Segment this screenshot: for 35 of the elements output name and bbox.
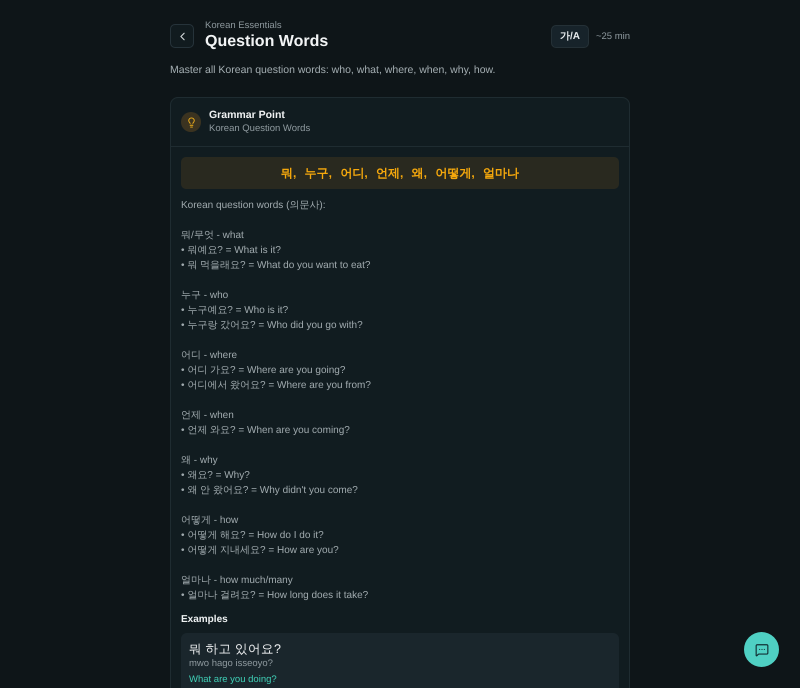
word-heading: 뭐/무엇 - what: [181, 229, 245, 243]
example-translation: What are you doing?: [189, 674, 278, 686]
example-line: • 왜 안 왔어요? = Why didn't you come?: [181, 484, 359, 498]
example-line: • 어디 가요? = Where are you going?: [181, 364, 346, 378]
word-heading: 누구 - who: [181, 289, 230, 303]
word-heading: 언제 - when: [181, 409, 235, 423]
duration-label: ~25 min: [596, 30, 630, 42]
page-title: Question Words: [205, 32, 330, 52]
card-subtitle: Korean Question Words: [209, 122, 310, 136]
chat-button[interactable]: [744, 632, 779, 667]
course-name: Korean Essentials: [205, 20, 283, 32]
word-heading: 왜 - why: [181, 454, 219, 468]
word-heading: 어디 - where: [181, 349, 238, 363]
question-words-banner: 뭐, 누구, 어디, 언제, 왜, 어떻게, 얼마나: [181, 157, 619, 189]
example-korean: 뭐 하고 있어요?: [189, 641, 282, 657]
example-line: • 뭐예요? = What is it?: [181, 244, 282, 258]
example-line: • 어떻게 해요? = How do I do it?: [181, 529, 325, 543]
page-description: Master all Korean question words: who, what, where, when, why, how.: [170, 63, 496, 77]
word-heading: 어떻게 - how: [181, 514, 240, 528]
example-line: • 왜요? = Why?: [181, 469, 251, 483]
example-line: • 어떻게 지내세요? = How are you?: [181, 544, 340, 558]
examples-heading: Examples: [181, 613, 229, 627]
example-line: • 뭐 먹을래요? = What do you want to eat?: [181, 259, 372, 273]
example-line: • 얼마나 걸려요? = How long does it take?: [181, 589, 370, 603]
grammar-intro: Korean question words (의문사):: [181, 199, 327, 213]
card-title: Grammar Point: [209, 108, 286, 122]
chat-icon: [754, 642, 768, 656]
language-toggle[interactable]: 가/A: [550, 24, 589, 48]
example-line: • 언제 와요? = When are you coming?: [181, 424, 351, 438]
example-line: • 누구랑 갔어요? = Who did you go with?: [181, 319, 364, 333]
lightbulb-icon: [181, 112, 201, 132]
example-line: • 누구예요? = Who is it?: [181, 304, 290, 318]
word-heading: 얼마나 - how much/many: [181, 574, 294, 588]
example-romanization: mwo hago isseoyo?: [189, 657, 274, 671]
example-line: • 어디에서 왔어요? = Where are you from?: [181, 379, 372, 393]
